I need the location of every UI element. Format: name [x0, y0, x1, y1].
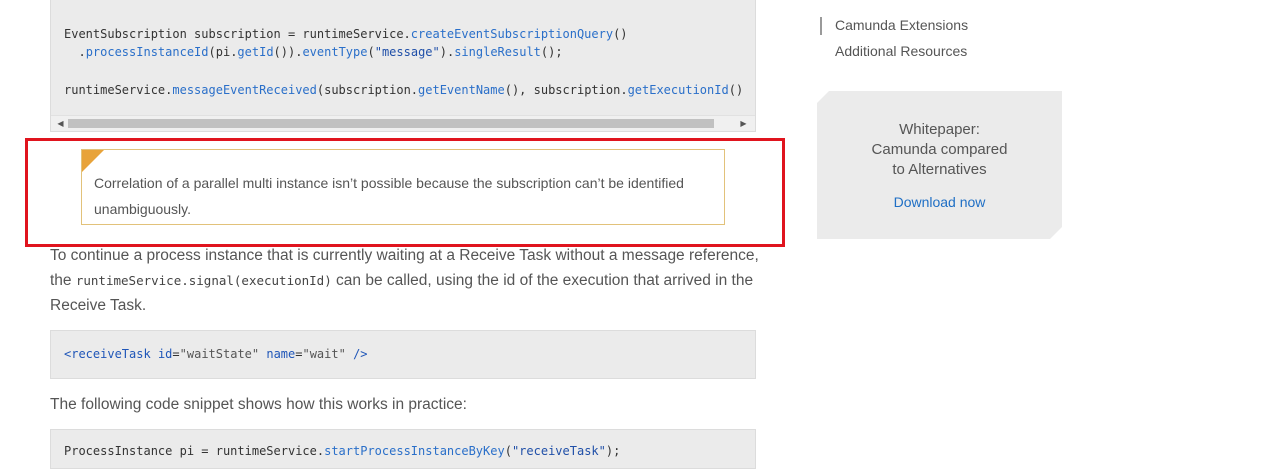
- code-line: .processInstanceId(pi.getId()).eventType…: [64, 45, 563, 59]
- scrollbar-thumb[interactable]: [68, 119, 714, 128]
- whitepaper-promo-card: Whitepaper: Camunda compared to Alternat…: [817, 91, 1062, 239]
- code-block-receive-task: <receiveTask id="waitState" name="wait" …: [50, 330, 756, 379]
- code-block-start-process: ProcessInstance pi = runtimeService.star…: [50, 429, 756, 469]
- code-block-message-correlation: EventSubscription subscription = runtime…: [50, 0, 756, 132]
- code-line: EventSubscription subscription = runtime…: [64, 27, 628, 41]
- download-now-link[interactable]: Download now: [817, 194, 1062, 210]
- code-line: runtimeService.messageEventReceived(subs…: [64, 83, 744, 97]
- toc-active-indicator: [820, 17, 822, 35]
- code-line: <receiveTask id="waitState" name="wait" …: [64, 347, 368, 361]
- highlight-frame: [25, 138, 785, 247]
- toc-item-camunda-extensions[interactable]: Camunda Extensions: [835, 17, 968, 33]
- paragraph-signal: To continue a process instance that is c…: [50, 243, 760, 318]
- promo-title-text: Whitepaper: Camunda compared to Alternat…: [871, 121, 1008, 178]
- inline-code: runtimeService.signal(executionId): [75, 273, 332, 288]
- scroll-right-icon[interactable]: ▶: [736, 116, 751, 131]
- scroll-left-icon[interactable]: ◀: [53, 116, 68, 131]
- promo-title: Whitepaper: Camunda compared to Alternat…: [817, 120, 1062, 180]
- paragraph-snippet-intro: The following code snippet shows how thi…: [50, 396, 467, 413]
- toc-item-additional-resources[interactable]: Additional Resources: [835, 43, 967, 59]
- horizontal-scrollbar[interactable]: ◀ ▶: [51, 115, 755, 131]
